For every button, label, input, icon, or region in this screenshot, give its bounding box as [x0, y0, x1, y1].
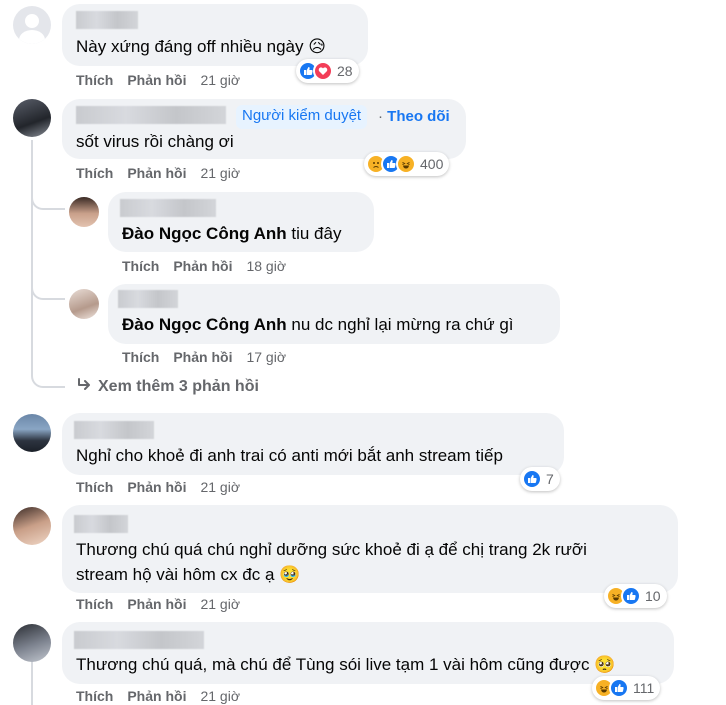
moderator-badge: Người kiểm duyệt [236, 105, 368, 129]
reaction-summary[interactable]: 7 [520, 467, 560, 491]
timestamp[interactable]: 21 giờ [200, 688, 240, 704]
avatar[interactable] [13, 624, 51, 662]
comment-text: Thương chú quá, mà chú để Tùng sói live … [76, 655, 616, 674]
reaction-count: 400 [420, 156, 444, 172]
like-link[interactable]: Thích [122, 258, 159, 274]
author-name-redacted[interactable] [74, 515, 128, 533]
timestamp[interactable]: 21 giờ [200, 165, 240, 181]
timestamp[interactable]: 18 giờ [246, 258, 286, 274]
avatar[interactable] [13, 99, 51, 137]
reply-link[interactable]: Phản hồi [127, 688, 186, 704]
mention-link[interactable]: Đào Ngọc Công Anh [122, 224, 287, 243]
thread-connector [31, 280, 65, 300]
reply-link[interactable]: Phản hồi [173, 258, 232, 274]
like-link[interactable]: Thích [122, 349, 159, 365]
comment-text: Nghỉ cho khoẻ đi anh trai có anti mới bắ… [76, 446, 503, 465]
comment-actions: Thích Phản hồi 18 giờ [122, 258, 286, 274]
comment-text: Này xứng đáng off nhiều ngày 😥 [76, 37, 326, 56]
reaction-count: 28 [337, 63, 353, 79]
like-link[interactable]: Thích [76, 596, 113, 612]
comment-text: sốt virus rồi chàng ơi [76, 132, 234, 151]
follow-link[interactable]: · Theo dõi [378, 108, 450, 125]
reaction-summary[interactable]: 10 [604, 584, 667, 608]
thread-connector [31, 350, 65, 388]
reply-arrow-icon [78, 378, 90, 390]
reply-link[interactable]: Phản hồi [127, 479, 186, 495]
author-name-redacted[interactable] [76, 106, 226, 124]
comment-actions: Thích Phản hồi 21 giờ [76, 165, 240, 181]
reaction-summary[interactable]: 111 [592, 676, 661, 700]
like-link[interactable]: Thích [76, 479, 113, 495]
like-link[interactable]: Thích [76, 72, 113, 88]
reaction-count: 111 [633, 680, 655, 696]
comment-text: Thương chú quá chú nghỉ dưỡng sức khoẻ đ… [76, 540, 587, 559]
haha-reaction-icon [396, 154, 416, 174]
author-name-redacted[interactable] [118, 290, 178, 308]
reply-link[interactable]: Phản hồi [173, 349, 232, 365]
timestamp[interactable]: 21 giờ [200, 479, 240, 495]
thread-line [31, 140, 33, 350]
avatar[interactable] [13, 414, 51, 452]
default-avatar-icon [19, 14, 45, 44]
reply-link[interactable]: Phản hồi [127, 596, 186, 612]
comment-actions: Thích Phản hồi 17 giờ [122, 349, 286, 365]
mention-link[interactable]: Đào Ngọc Công Anh [122, 315, 287, 334]
avatar[interactable] [13, 6, 51, 44]
reply-link[interactable]: Phản hồi [127, 165, 186, 181]
timestamp[interactable]: 17 giờ [246, 349, 286, 365]
avatar[interactable] [13, 507, 51, 545]
like-reaction-icon [609, 678, 629, 698]
view-more-replies[interactable]: Xem thêm 3 phản hồi [76, 378, 259, 396]
timestamp[interactable]: 21 giờ [200, 72, 240, 88]
avatar[interactable] [69, 289, 99, 319]
like-link[interactable]: Thích [76, 688, 113, 704]
author-name-redacted[interactable] [76, 11, 138, 29]
author-name-redacted[interactable] [74, 421, 154, 439]
thread-line [31, 660, 33, 705]
reply-text: Đào Ngọc Công Anh nu dc nghỉ lại mừng ra… [122, 315, 514, 334]
reaction-count: 10 [645, 588, 661, 604]
reply-link[interactable]: Phản hồi [127, 72, 186, 88]
comment-text: stream hộ vài hôm cx đc ạ 🥹 [76, 565, 301, 584]
like-reaction-icon [621, 586, 641, 606]
comment-actions: Thích Phản hồi 21 giờ [76, 688, 240, 704]
author-name-redacted[interactable] [74, 631, 204, 649]
comment-actions: Thích Phản hồi 21 giờ [76, 479, 240, 495]
reaction-summary[interactable]: 28 [296, 59, 359, 83]
reaction-summary[interactable]: 400 [364, 152, 450, 176]
reply-text: Đào Ngọc Công Anh tiu đây [122, 224, 342, 243]
comment-actions: Thích Phản hồi 21 giờ [76, 72, 240, 88]
reaction-count: 7 [546, 471, 554, 487]
thread-connector [31, 190, 65, 210]
avatar[interactable] [69, 197, 99, 227]
love-reaction-icon [313, 61, 333, 81]
timestamp[interactable]: 21 giờ [200, 596, 240, 612]
comment-actions: Thích Phản hồi 21 giờ [76, 596, 240, 612]
like-reaction-icon [522, 469, 542, 489]
author-name-redacted[interactable] [120, 199, 216, 217]
like-link[interactable]: Thích [76, 165, 113, 181]
